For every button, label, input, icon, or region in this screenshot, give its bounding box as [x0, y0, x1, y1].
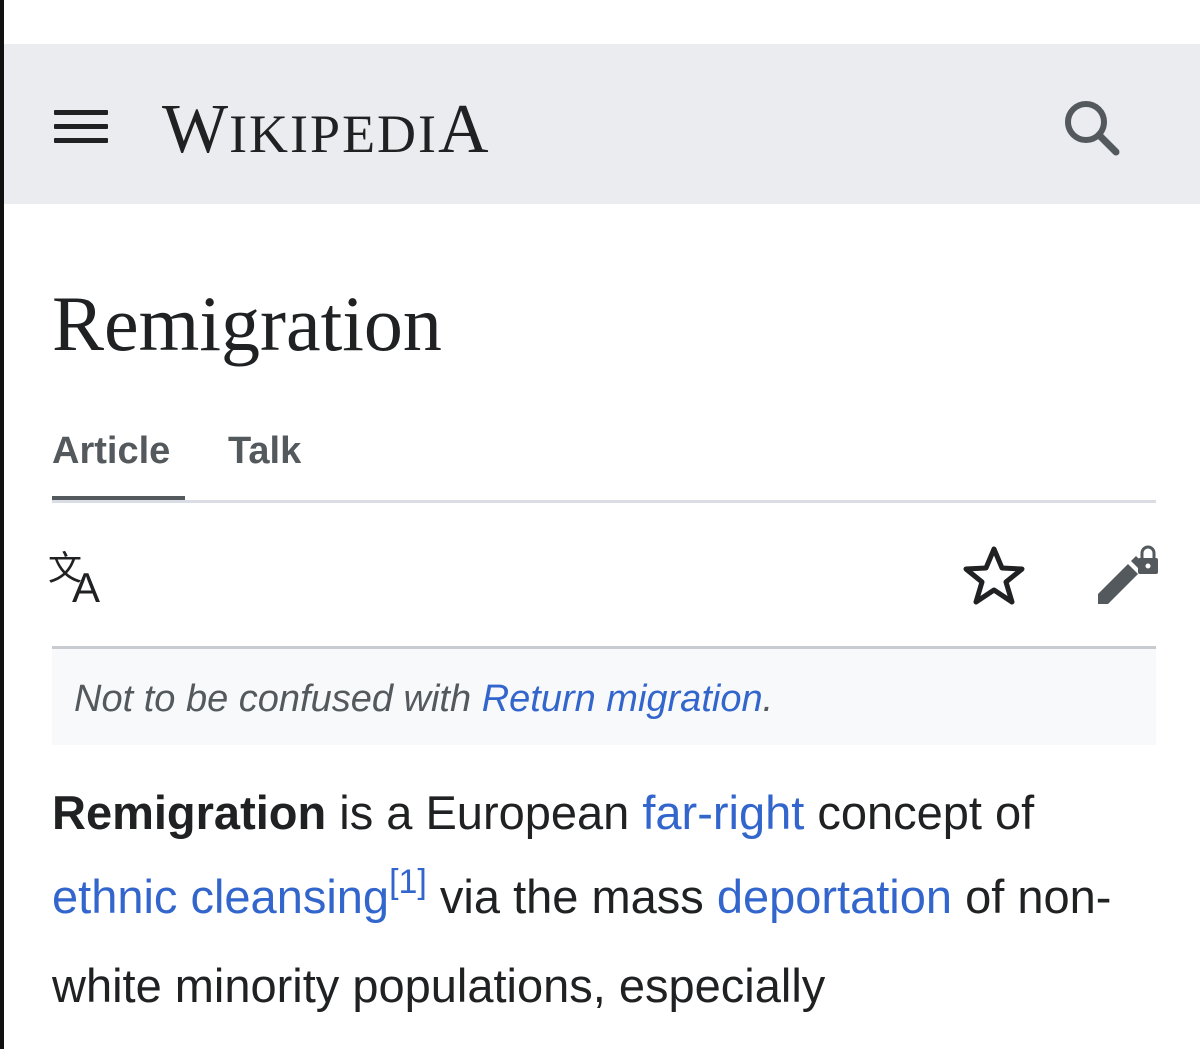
body-text-segment: concept of — [804, 786, 1035, 839]
logo-letter-w: W — [162, 91, 230, 168]
reference-1-link[interactable]: [1] — [389, 863, 427, 901]
return-migration-link[interactable]: Return migration — [482, 678, 763, 720]
body-text-segment: is a European — [326, 786, 643, 839]
far-right-link[interactable]: far-right — [642, 786, 804, 839]
article-lead-paragraph: Remigration is a European far-right conc… — [52, 771, 1162, 1028]
svg-text:A: A — [72, 564, 100, 606]
edit-locked-icon[interactable] — [1094, 542, 1160, 606]
deportation-link[interactable]: deportation — [717, 870, 952, 923]
language-icon[interactable]: 文 A — [46, 546, 118, 611]
hamburger-menu-icon[interactable] — [52, 102, 112, 148]
status-bar-area — [4, 0, 1200, 44]
star-icon[interactable] — [962, 545, 1026, 607]
tabs-divider — [52, 500, 1156, 503]
body-text-segment: via the mass — [426, 870, 717, 923]
tab-talk[interactable]: Talk — [228, 426, 301, 502]
hatnote-prefix: Not to be confused with — [74, 678, 482, 720]
namespace-tabs: Article Talk — [52, 426, 1156, 504]
site-header: WIKIPEDIA — [4, 44, 1200, 204]
logo-letter-a: A — [438, 91, 490, 168]
search-icon[interactable] — [1058, 94, 1122, 158]
page-title: Remigration — [52, 280, 442, 367]
wikipedia-logo[interactable]: WIKIPEDIA — [162, 90, 490, 168]
hatnote-text: Not to be confused with Return migration… — [74, 675, 773, 723]
bold-term: Remigration — [52, 786, 327, 839]
logo-letters-middle: IKIPEDI — [229, 104, 439, 164]
ethnic-cleansing-link[interactable]: ethnic cleansing — [52, 870, 389, 923]
hatnote-suffix: . — [762, 678, 774, 720]
tab-talk-label: Talk — [228, 430, 302, 472]
hatnote: Not to be confused with Return migration… — [52, 646, 1156, 745]
tab-article-label: Article — [52, 430, 171, 472]
tab-article[interactable]: Article — [52, 426, 185, 502]
